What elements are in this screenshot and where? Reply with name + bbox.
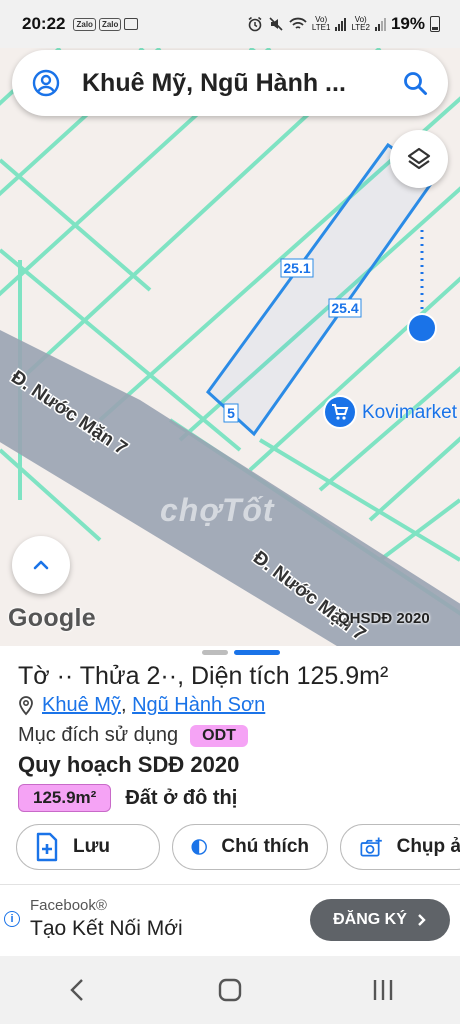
- notification-icons: Zalo Zalo: [73, 17, 139, 31]
- signal-2-icon: [374, 17, 386, 31]
- land-purpose-label: Mục đích sử dụng: [18, 724, 179, 746]
- add-file-icon: [36, 832, 58, 862]
- status-time: 20:22: [22, 14, 66, 33]
- back-icon: [69, 979, 83, 1001]
- parcel-title: Tờ ·· Thửa 2··, Diện tích 125.9m²: [18, 662, 389, 690]
- recents-button[interactable]: [353, 965, 413, 1015]
- commune-link[interactable]: Khuê Mỹ: [42, 694, 121, 716]
- address-separator: ,: [120, 694, 133, 716]
- map-canvas: 25.1 25.4 5 Đ. Nước Mặn 7 Đ. Nước Mặn 7: [0, 48, 460, 646]
- cart-wheel-icon: [336, 416, 340, 420]
- save-button[interactable]: Lưu: [16, 824, 160, 870]
- network-1-label: Vo) LTE1: [311, 15, 331, 32]
- account-icon[interactable]: [32, 69, 60, 97]
- save-label: Lưu: [73, 836, 110, 857]
- contrast-icon: [191, 839, 207, 855]
- ad-source: Facebook®: [30, 897, 107, 914]
- land-purpose-row: Mục đích sử dụng ODT: [18, 724, 248, 747]
- system-nav-bar: [0, 956, 460, 1024]
- area-badge: 125.9m²: [18, 784, 112, 812]
- signal-1-icon: [335, 17, 347, 31]
- zalo-icon: Zalo: [98, 17, 122, 31]
- mute-icon: [269, 17, 283, 31]
- poi-marker[interactable]: [323, 395, 357, 429]
- add-photo-icon: [360, 837, 382, 857]
- page-indicator: [202, 650, 280, 655]
- parcel-info-sheet: Tờ ·· Thửa 2··, Diện tích 125.9m² Khuê M…: [0, 646, 460, 882]
- layers-icon: [407, 147, 431, 170]
- screenshot-label: Chụp ả: [396, 836, 460, 857]
- map-view[interactable]: 25.1 25.4 5 Đ. Nước Mặn 7 Đ. Nước Mặn 7: [0, 48, 460, 646]
- expand-sheet-button[interactable]: [12, 536, 70, 594]
- plan-title: Quy hoạch SDĐ 2020: [18, 752, 240, 777]
- parcel-address: Khuê Mỹ, Ngũ Hành Sơn: [18, 694, 265, 717]
- ad-info-icon[interactable]: i: [4, 911, 20, 927]
- district-link[interactable]: Ngũ Hành Sơn: [132, 694, 265, 716]
- watermark: chợTốt: [160, 492, 275, 528]
- home-button[interactable]: [200, 965, 260, 1015]
- legend-button[interactable]: Chú thích: [172, 824, 328, 870]
- network-2-label: Vo) LTE2: [351, 15, 370, 32]
- layer-name-label: QHSDĐ 2020: [338, 610, 430, 627]
- google-logo: Google: [8, 604, 96, 632]
- selected-parcel[interactable]: [205, 142, 438, 437]
- edge-label-1: 25.1: [283, 260, 310, 276]
- ad-signup-button[interactable]: ĐĂNG KÝ: [310, 899, 450, 941]
- battery-percent: 19%: [390, 14, 425, 33]
- location-dot: [407, 313, 437, 343]
- poi-label[interactable]: Kovimarket: [362, 402, 457, 424]
- ad-signup-label: ĐĂNG KÝ: [333, 911, 407, 928]
- status-bar: 20:22 Zalo Zalo Vo) LTE1 Vo) LTE2 19%: [0, 0, 460, 48]
- chevron-right-icon: [418, 914, 426, 926]
- ad-banner[interactable]: i Facebook® Tạo Kết Nối Mới ĐĂNG KÝ: [0, 884, 460, 954]
- recents-icon: [374, 980, 393, 1000]
- search-title[interactable]: Khuê Mỹ, Ngũ Hành ...: [82, 69, 402, 98]
- ad-title: Tạo Kết Nối Mới: [30, 917, 183, 940]
- status-indicators: Vo) LTE1 Vo) LTE2 19%: [247, 14, 440, 34]
- layers-button[interactable]: [390, 130, 448, 188]
- search-bar[interactable]: Khuê Mỹ, Ngũ Hành ...: [12, 50, 448, 116]
- land-type: Đất ở đô thị: [125, 786, 238, 809]
- zalo-icon: Zalo: [73, 17, 96, 31]
- chevron-up-icon: [33, 560, 49, 570]
- land-purpose-badge: ODT: [190, 724, 248, 747]
- action-row: Lưu Chú thích Chụp ả: [16, 824, 460, 870]
- plan-area-row: 125.9m² Đất ở đô thị: [18, 784, 237, 812]
- edge-label-2: 25.4: [331, 300, 358, 316]
- home-icon: [218, 978, 242, 1002]
- alarm-icon: [248, 16, 262, 32]
- edge-label-3: 5: [227, 405, 235, 421]
- legend-label: Chú thích: [221, 836, 309, 857]
- search-icon[interactable]: [402, 70, 428, 96]
- back-button[interactable]: [47, 965, 107, 1015]
- gallery-icon: [124, 18, 139, 30]
- battery-icon: [430, 16, 440, 32]
- screenshot-button[interactable]: Chụp ả: [340, 824, 460, 870]
- wifi-icon: [289, 17, 307, 29]
- location-pin-icon: [19, 695, 33, 715]
- cart-wheel-icon: [342, 416, 346, 420]
